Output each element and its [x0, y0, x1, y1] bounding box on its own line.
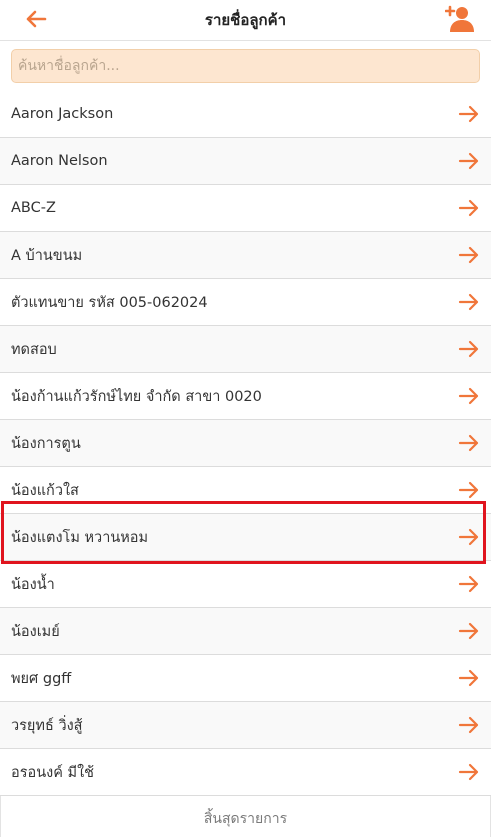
arrow-right-icon [458, 152, 479, 170]
add-user-icon [445, 5, 474, 32]
arrow-right-icon [458, 763, 479, 781]
list-item[interactable]: พยศ ggff [0, 655, 491, 702]
search-bar [0, 41, 491, 92]
customer-name: A บ้านขนม [11, 247, 83, 264]
list-item[interactable]: อรอนงค์ มีใช้ [0, 749, 491, 796]
list-item[interactable]: น้องเมย์ [0, 608, 491, 655]
list-item[interactable]: น้องแก้วใส [0, 467, 491, 514]
arrow-right-icon [458, 669, 479, 687]
list-item-selected[interactable]: น้องแตงโม หวานหอม [0, 514, 491, 561]
list-item[interactable]: วรยุทธ์ วิ่งสู้ [0, 702, 491, 749]
back-button[interactable] [22, 7, 50, 31]
arrow-right-icon [458, 434, 479, 452]
arrow-left-icon [26, 10, 47, 28]
customer-name: Aaron Nelson [11, 153, 108, 169]
customer-name: น้องน้ำ [11, 576, 55, 593]
arrow-right-icon [458, 481, 479, 499]
list-item[interactable]: ทดสอบ [0, 326, 491, 373]
customer-name: ทดสอบ [11, 341, 57, 358]
customer-name: ABC-Z [11, 200, 56, 216]
arrow-right-icon [458, 387, 479, 405]
customer-name: Aaron Jackson [11, 106, 114, 122]
top-bar: รายชื่อลูกค้า [0, 0, 491, 41]
arrow-right-icon [458, 622, 479, 640]
list-item[interactable]: A บ้านขนม [0, 232, 491, 279]
arrow-right-icon [458, 528, 479, 546]
list-item[interactable]: Aaron Nelson [0, 138, 491, 185]
search-input[interactable] [11, 49, 480, 83]
customer-name: น้องเมย์ [11, 623, 60, 640]
list-item[interactable]: ตัวแทนขาย รหัส 005-062024 [0, 279, 491, 326]
list-item[interactable]: น้องก้านแก้วรักษ์ไทย จำกัด สาขา 0020 [0, 373, 491, 420]
customer-name: วรยุทธ์ วิ่งสู้ [11, 717, 83, 734]
add-customer-button[interactable] [445, 4, 475, 34]
customer-name: น้องก้านแก้วรักษ์ไทย จำกัด สาขา 0020 [11, 388, 262, 405]
customer-name: น้องการตูน [11, 435, 81, 452]
customer-name: น้องแตงโม หวานหอม [11, 529, 149, 546]
arrow-right-icon [458, 199, 479, 217]
arrow-right-icon [458, 293, 479, 311]
arrow-right-icon [458, 105, 479, 123]
customer-list: Aaron Jackson Aaron Nelson ABC-Z A บ้านข… [0, 91, 491, 796]
customer-name: พยศ ggff [11, 670, 72, 687]
arrow-right-icon [458, 716, 479, 734]
arrow-right-icon [458, 246, 479, 264]
end-of-list-label: สิ้นสุดรายการ [203, 810, 288, 827]
list-item[interactable]: น้องการตูน [0, 420, 491, 467]
list-item[interactable]: Aaron Jackson [0, 91, 491, 138]
list-item[interactable]: น้องน้ำ [0, 561, 491, 608]
list-item[interactable]: ABC-Z [0, 185, 491, 232]
arrow-right-icon [458, 575, 479, 593]
page-title: รายชื่อลูกค้า [204, 11, 287, 29]
arrow-right-icon [458, 340, 479, 358]
customer-name: น้องแก้วใส [11, 482, 79, 499]
customer-name: อรอนงค์ มีใช้ [11, 764, 94, 781]
customer-name: ตัวแทนขาย รหัส 005-062024 [11, 294, 208, 311]
